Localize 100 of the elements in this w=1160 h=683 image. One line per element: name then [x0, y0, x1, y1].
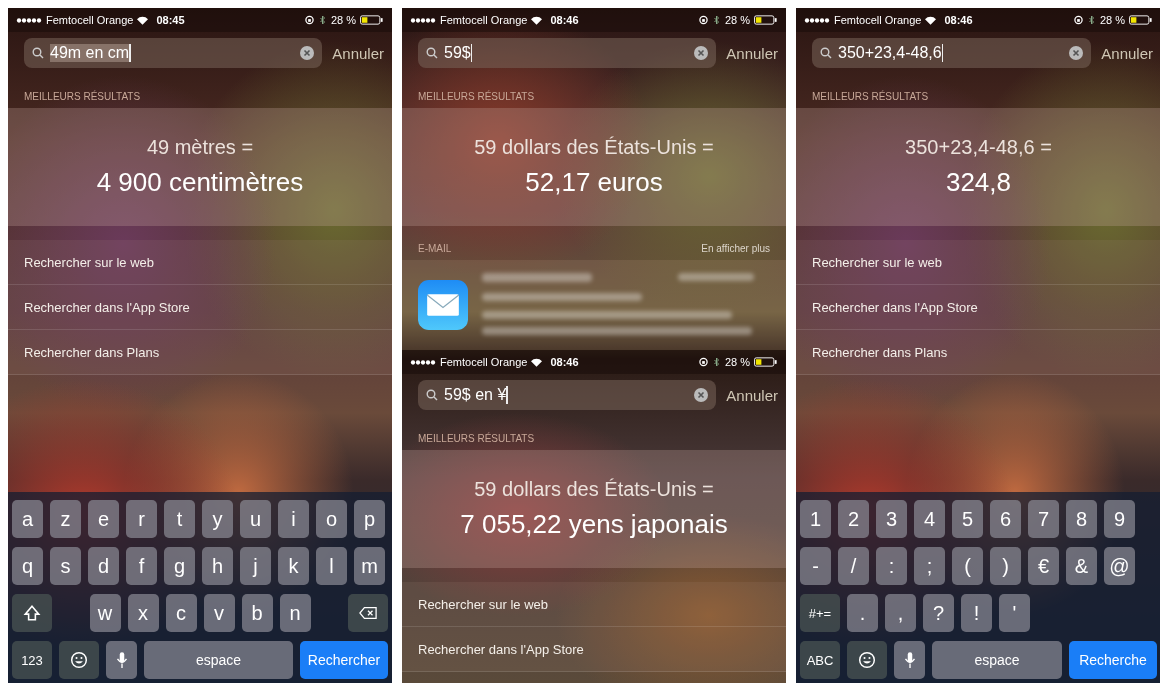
dictation-key[interactable] [106, 641, 137, 679]
wifi-icon [531, 357, 543, 367]
cancel-button[interactable]: Annuler [726, 44, 778, 62]
key[interactable]: 5 [952, 500, 983, 538]
key[interactable]: t [164, 500, 195, 538]
key[interactable]: e [88, 500, 119, 538]
search-key[interactable]: Rechercher [300, 641, 388, 679]
search-option[interactable]: Rechercher sur le web [402, 582, 786, 627]
key[interactable]: 8 [1066, 500, 1097, 538]
cancel-button[interactable]: Annuler [726, 386, 778, 404]
carrier-name: Femtocell Orange [46, 14, 134, 26]
clock-time: 08:45 [156, 14, 185, 26]
smiley-icon [858, 651, 876, 669]
key[interactable]: € [1028, 547, 1059, 585]
key[interactable]: s [50, 547, 81, 585]
key[interactable]: y [202, 500, 233, 538]
clear-icon[interactable] [300, 46, 315, 60]
search-icon [32, 47, 44, 59]
mode-key[interactable]: #+= [800, 594, 840, 632]
smiley-icon [70, 651, 88, 669]
key[interactable]: & [1066, 547, 1097, 585]
show-more-link[interactable]: En afficher plus [701, 243, 770, 254]
search-option[interactable]: Rechercher dans Plans [796, 330, 1160, 375]
key[interactable]: w [89, 594, 121, 632]
space-key[interactable]: espace [144, 641, 293, 679]
emoji-key[interactable] [847, 641, 887, 679]
search-option[interactable]: Rechercher dans l'App Store [796, 285, 1160, 330]
key[interactable]: z [50, 500, 81, 538]
key[interactable]: / [838, 547, 869, 585]
key[interactable]: - [800, 547, 831, 585]
emoji-key[interactable] [59, 641, 99, 679]
key[interactable]: v [203, 594, 235, 632]
key[interactable]: r [126, 500, 157, 538]
key[interactable]: a [12, 500, 43, 538]
key[interactable]: i [278, 500, 309, 538]
key[interactable]: 3 [876, 500, 907, 538]
key[interactable]: n [279, 594, 311, 632]
key[interactable]: l [316, 547, 347, 585]
key[interactable]: 4 [914, 500, 945, 538]
key[interactable]: g [164, 547, 195, 585]
mail-result[interactable] [402, 260, 786, 350]
key[interactable]: . [847, 594, 878, 632]
mail-app-icon [418, 280, 468, 330]
cancel-button[interactable]: Annuler [1101, 44, 1153, 62]
key[interactable]: 1 [800, 500, 831, 538]
clear-icon[interactable] [694, 46, 709, 60]
key[interactable]: p [354, 500, 385, 538]
key[interactable]: ) [990, 547, 1021, 585]
key[interactable]: k [278, 547, 309, 585]
key[interactable]: @ [1104, 547, 1135, 585]
dictation-key[interactable] [894, 641, 925, 679]
key[interactable]: x [127, 594, 159, 632]
cancel-button[interactable]: Annuler [332, 44, 384, 62]
key[interactable]: 7 [1028, 500, 1059, 538]
search-icon [820, 47, 832, 59]
search-field[interactable]: 49m en cm [24, 38, 323, 68]
search-field[interactable]: 350+23,4-48,6 [812, 38, 1092, 68]
key[interactable]: 6 [990, 500, 1021, 538]
mode-key[interactable]: ABC [800, 641, 840, 679]
search-option[interactable]: Rechercher dans l'App Store [8, 285, 392, 330]
key[interactable]: f [126, 547, 157, 585]
clock-time: 08:46 [944, 14, 973, 26]
battery-percent: 28 % [724, 356, 750, 368]
key[interactable]: q [12, 547, 43, 585]
key[interactable]: m [354, 547, 385, 585]
space-key[interactable]: espace [932, 641, 1062, 679]
key[interactable]: b [241, 594, 273, 632]
search-field[interactable]: 59$ [418, 38, 717, 68]
key[interactable]: o [316, 500, 347, 538]
search-field[interactable]: 59$ en ¥ [418, 380, 717, 410]
search-key[interactable]: Recherche [1069, 641, 1157, 679]
result-question: 59 dollars des États-Unis = [474, 136, 714, 159]
key[interactable]: , [885, 594, 916, 632]
search-option[interactable]: Rechercher sur le web [796, 240, 1160, 285]
rotation-lock-icon [1073, 15, 1083, 25]
rotation-lock-icon [698, 357, 708, 367]
key[interactable]: 2 [838, 500, 869, 538]
search-option[interactable]: Rechercher sur le web [8, 240, 392, 285]
key[interactable]: ' [999, 594, 1030, 632]
key[interactable]: ! [961, 594, 992, 632]
key[interactable]: ; [914, 547, 945, 585]
clear-icon[interactable] [1069, 46, 1084, 60]
key[interactable]: ( [952, 547, 983, 585]
shift-icon [23, 604, 41, 622]
key[interactable]: : [876, 547, 907, 585]
shift-key[interactable] [12, 594, 52, 632]
key[interactable]: d [88, 547, 119, 585]
search-option[interactable]: Rechercher dans Plans [8, 330, 392, 375]
key[interactable]: j [240, 547, 271, 585]
bluetooth-icon [711, 15, 721, 25]
clear-icon[interactable] [694, 388, 709, 402]
delete-key[interactable] [348, 594, 388, 632]
key[interactable]: 9 [1104, 500, 1135, 538]
key[interactable]: c [165, 594, 197, 632]
battery-percent: 28 % [1099, 14, 1125, 26]
key[interactable]: ? [923, 594, 954, 632]
key[interactable]: u [240, 500, 271, 538]
key[interactable]: h [202, 547, 233, 585]
mode-key[interactable]: 123 [12, 641, 52, 679]
search-option[interactable]: Rechercher dans l'App Store [402, 627, 786, 672]
